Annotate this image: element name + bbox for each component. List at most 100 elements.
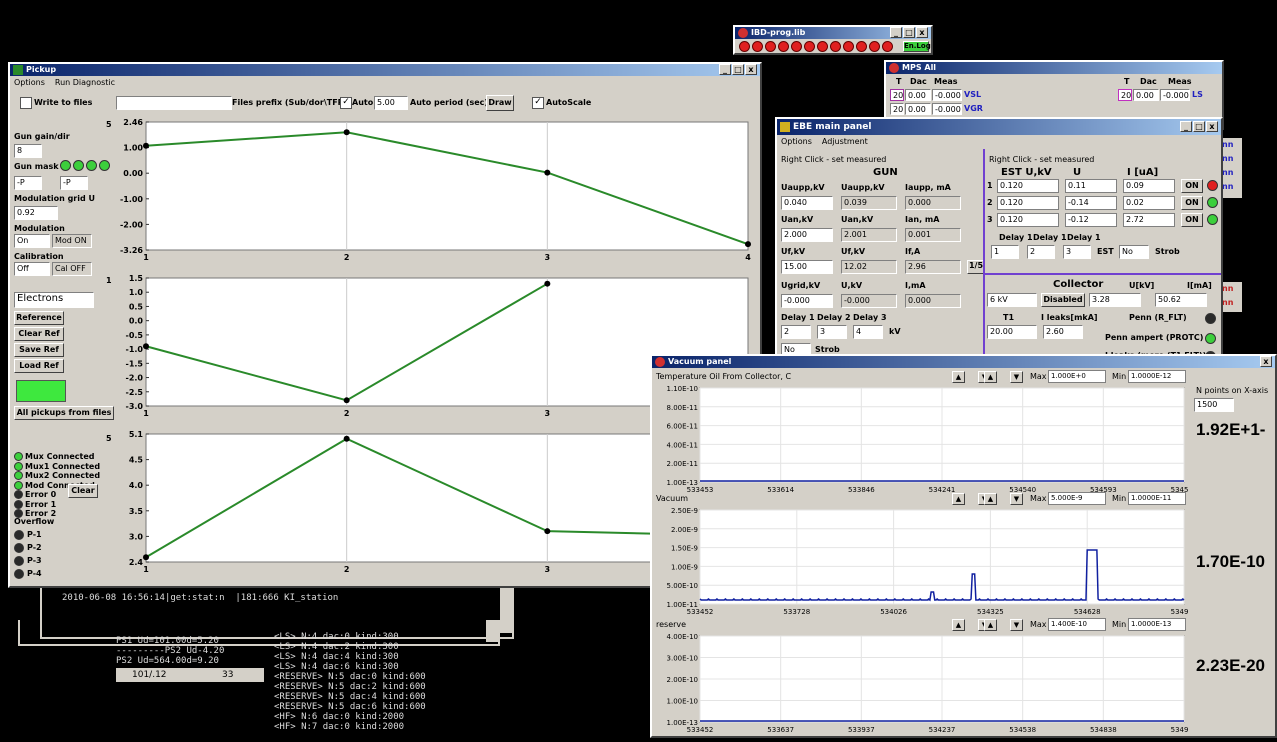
close-button[interactable]: x bbox=[1260, 356, 1272, 367]
gun-gain-label: Gun gain/dir bbox=[14, 132, 70, 141]
scale-down-button[interactable]: ▼ bbox=[1010, 619, 1023, 631]
gun-field-2[interactable]: -P bbox=[60, 176, 88, 190]
close-button[interactable]: x bbox=[916, 27, 928, 38]
gun-strob: Strob bbox=[815, 345, 840, 354]
max-field[interactable]: 5.000E-9 bbox=[1048, 492, 1106, 505]
minimize-button[interactable]: _ bbox=[1180, 121, 1192, 132]
mps2-dac-1[interactable]: 0.00 bbox=[1133, 89, 1159, 101]
scale-down-button[interactable]: ▼ bbox=[1010, 371, 1023, 383]
gun-gain-field[interactable]: 8 bbox=[14, 144, 42, 158]
scale-up-button[interactable]: ▲ bbox=[984, 619, 997, 631]
auto-checkbox[interactable]: ✓ bbox=[340, 97, 352, 109]
uan-set[interactable]: 2.000 bbox=[781, 228, 833, 242]
mod-grid-field[interactable]: 0.92 bbox=[14, 206, 58, 220]
modulation-select[interactable]: On bbox=[14, 234, 50, 248]
scale-up-button[interactable]: ▲ bbox=[984, 493, 997, 505]
mps-hdr2-dac: Dac bbox=[1140, 77, 1157, 86]
plot-area bbox=[145, 121, 749, 251]
uaupp-set[interactable]: 0.040 bbox=[781, 196, 833, 210]
collector-disabled-button[interactable]: Disabled bbox=[1041, 293, 1085, 307]
particle-select[interactable]: Electrons bbox=[14, 292, 94, 308]
draw-button[interactable]: Draw bbox=[486, 95, 514, 111]
gun-field-1[interactable]: -P bbox=[14, 176, 42, 190]
est-u-set[interactable]: 0.120 bbox=[997, 179, 1059, 193]
overflow-label: P-4 bbox=[27, 569, 42, 578]
gun-mask-led-4[interactable] bbox=[99, 160, 110, 171]
scale-up-button[interactable]: ▲ bbox=[952, 493, 965, 505]
menu-options[interactable]: Options bbox=[781, 135, 812, 148]
ileaks-label: I leaks[mkA] bbox=[1041, 313, 1098, 322]
est-u-set[interactable]: 0.120 bbox=[997, 213, 1059, 227]
mps-dac-1[interactable]: 0.00 bbox=[905, 89, 931, 101]
x-tick-label: 1 bbox=[143, 409, 149, 418]
col-if: If,A bbox=[905, 247, 921, 256]
maximize-button[interactable]: □ bbox=[1193, 121, 1205, 132]
close-button[interactable]: x bbox=[745, 64, 757, 75]
collector-voltage-select[interactable]: 6 kV bbox=[987, 293, 1037, 307]
enlog-button[interactable]: En.Log bbox=[903, 41, 931, 52]
ibd-led bbox=[739, 41, 750, 52]
x-tick-label: 534950 bbox=[1171, 726, 1188, 734]
console-scrollbar[interactable] bbox=[500, 587, 512, 633]
gun-mask-led-2[interactable] bbox=[73, 160, 84, 171]
gun-mask-led-1[interactable] bbox=[60, 160, 71, 171]
menu-adjustment[interactable]: Adjustment bbox=[822, 135, 868, 148]
delay-3-field[interactable]: 4 bbox=[853, 325, 883, 339]
max-field[interactable]: 1.400E-10 bbox=[1048, 618, 1106, 631]
ibd-window: IBD-prog.lib _ □ x En.Log bbox=[733, 25, 933, 55]
maximize-button[interactable]: □ bbox=[903, 27, 915, 38]
save-ref-button[interactable]: Save Ref bbox=[14, 343, 64, 357]
app-icon bbox=[13, 65, 23, 75]
mps-t-1[interactable]: 20 bbox=[890, 89, 904, 101]
mps-t-2[interactable]: 20 bbox=[890, 103, 904, 115]
delay-2-field[interactable]: 3 bbox=[817, 325, 847, 339]
ugrid-set[interactable]: -0.000 bbox=[781, 294, 833, 308]
uf-set[interactable]: 15.00 bbox=[781, 260, 833, 274]
gun-mask-led-3[interactable] bbox=[86, 160, 97, 171]
calibration-select[interactable]: Off bbox=[14, 262, 50, 276]
vacuum-panel-3: reserve▲▼▲▼Max1.400E-10Min1.0000E-134.00… bbox=[652, 618, 1188, 736]
est-no-select[interactable]: No bbox=[1119, 245, 1149, 259]
min-field[interactable]: 1.0000E-12 bbox=[1128, 370, 1186, 383]
npoints-field[interactable]: 1500 bbox=[1194, 398, 1234, 412]
reference-button[interactable]: Reference bbox=[14, 311, 64, 325]
scale-down-button[interactable]: ▼ bbox=[1010, 493, 1023, 505]
mps-dac-2[interactable]: 0.00 bbox=[905, 103, 931, 115]
files-path-field[interactable] bbox=[116, 96, 232, 110]
min-label: Min bbox=[1112, 494, 1127, 503]
status-led bbox=[14, 471, 23, 480]
scale-up-button[interactable]: ▲ bbox=[952, 619, 965, 631]
data-point bbox=[143, 554, 149, 561]
log-line: <HF> N:6 dac:0 kind:2000 bbox=[274, 712, 405, 722]
load-ref-button[interactable]: Load Ref bbox=[14, 359, 64, 373]
min-field[interactable]: 1.0000E-11 bbox=[1128, 492, 1186, 505]
auto-period-field[interactable]: 5.00 bbox=[374, 96, 408, 110]
scale-up-button[interactable]: ▲ bbox=[952, 371, 965, 383]
minimize-button[interactable]: _ bbox=[719, 64, 731, 75]
est-delay-3-field[interactable]: 3 bbox=[1063, 245, 1091, 259]
clear-ref-button[interactable]: Clear Ref bbox=[14, 327, 64, 341]
menu-run-diagnostic[interactable]: Run Diagnostic bbox=[55, 76, 115, 89]
est-delay-1-field[interactable]: 1 bbox=[991, 245, 1019, 259]
delay-1-field[interactable]: 2 bbox=[781, 325, 811, 339]
col-uan: Uan,kV bbox=[841, 215, 874, 224]
min-field[interactable]: 1.0000E-13 bbox=[1128, 618, 1186, 631]
scale-up-button[interactable]: ▲ bbox=[984, 371, 997, 383]
autoscale-checkbox[interactable]: ✓ bbox=[532, 97, 544, 109]
write-files-checkbox[interactable] bbox=[20, 97, 32, 109]
minimize-button[interactable]: _ bbox=[890, 27, 902, 38]
est-on-button[interactable]: ON bbox=[1181, 213, 1203, 227]
clear-button[interactable]: Clear bbox=[68, 484, 98, 498]
x-tick-label: 534237 bbox=[929, 726, 956, 734]
est-on-button[interactable]: ON bbox=[1181, 196, 1203, 210]
mps2-t-1[interactable]: 20 bbox=[1118, 89, 1132, 101]
menu-options[interactable]: Options bbox=[14, 76, 45, 89]
penn-led bbox=[1205, 313, 1216, 324]
max-field[interactable]: 1.000E+0 bbox=[1048, 370, 1106, 383]
close-button[interactable]: x bbox=[1206, 121, 1218, 132]
est-u-set[interactable]: 0.120 bbox=[997, 196, 1059, 210]
est-on-button[interactable]: ON bbox=[1181, 179, 1203, 193]
maximize-button[interactable]: □ bbox=[732, 64, 744, 75]
all-pickups-button[interactable]: All pickups from files bbox=[14, 406, 114, 420]
est-delay-2-field[interactable]: 2 bbox=[1027, 245, 1055, 259]
